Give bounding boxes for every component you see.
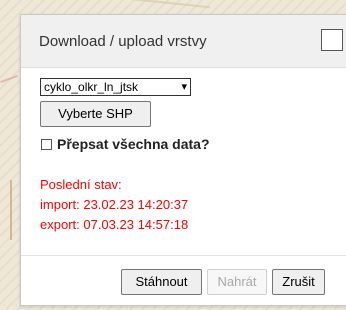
status-export: export: 07.03.23 14:57:18 — [40, 217, 189, 232]
dialog-title: Download / upload vrstvy — [39, 33, 207, 50]
chevron-down-icon: ▾ — [181, 81, 187, 93]
layer-select-value: cyklo_olkr_ln_jtsk — [44, 80, 139, 94]
layer-select[interactable]: cyklo_olkr_ln_jtsk ▾ — [40, 78, 191, 96]
download-upload-dialog: Download / upload vrstvy cyklo_olkr_ln_j… — [20, 14, 346, 306]
overwrite-label: Přepsat všechna data? — [57, 136, 210, 152]
status-import: import: 23.02.23 14:20:37 — [40, 197, 189, 212]
header-checkbox[interactable] — [321, 29, 343, 51]
dialog-header: Download / upload vrstvy — [21, 15, 346, 68]
status-heading: Poslední stav: — [40, 177, 122, 192]
upload-button[interactable]: Nahrát — [207, 269, 267, 295]
map-feature-line — [10, 180, 12, 240]
download-button[interactable]: Stáhnout — [121, 269, 202, 295]
cancel-button[interactable]: Zrušit — [272, 269, 325, 295]
overwrite-checkbox[interactable] — [41, 139, 52, 150]
choose-shp-button[interactable]: Vyberte SHP — [40, 101, 151, 127]
dialog-divider — [21, 255, 346, 256]
